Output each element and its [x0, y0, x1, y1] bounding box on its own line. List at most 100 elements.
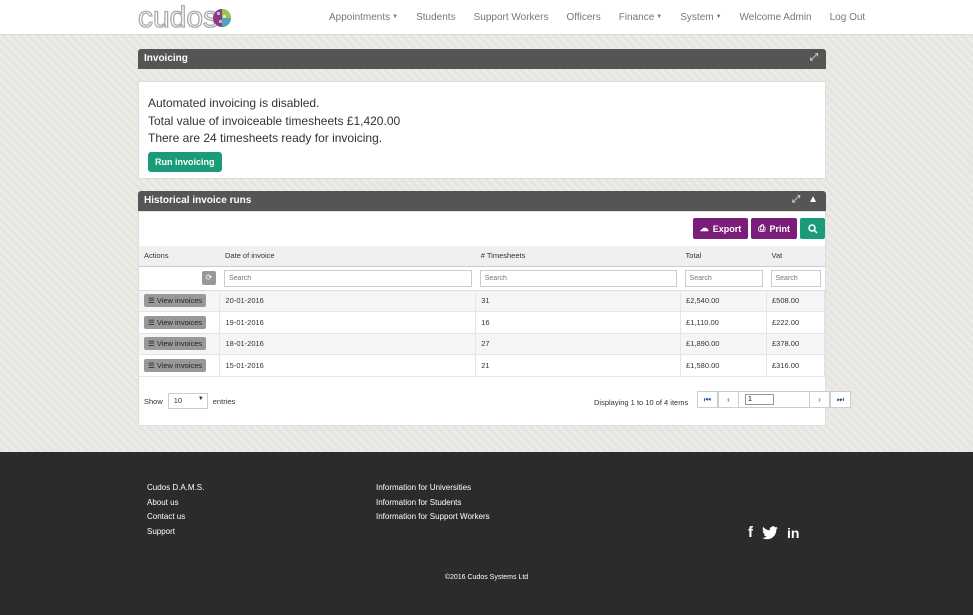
cell-vat: £378.00: [766, 333, 825, 355]
footer-link[interactable]: Information for Universities: [376, 483, 490, 492]
nav-item-label: Finance: [618, 12, 655, 23]
cell-total: £1,580.00: [680, 354, 767, 377]
timesheets-search-input[interactable]: [479, 269, 677, 287]
svg-text:cudos: cudos: [138, 2, 218, 32]
history-panel: ☁ Export ⎙ Print Actions Date of invoice #…: [138, 211, 851, 426]
table-row: ☰ View invoices 18-01-2016 27 £1,890.00 £378…: [139, 333, 825, 355]
print-button[interactable]: ⎙ Print: [751, 218, 797, 239]
cell-timesheets: 16: [475, 311, 682, 334]
history-panel-title: Historical invoice runs: [144, 195, 252, 206]
cell-timesheets: 27: [475, 333, 682, 355]
expand-icon[interactable]: ⤢: [810, 52, 818, 63]
caret-down-icon: ▼: [715, 14, 722, 21]
view-invoices-label: View invoices: [156, 317, 203, 327]
column-header[interactable]: Date of invoice: [219, 246, 476, 267]
refresh-icon[interactable]: ⟳: [201, 271, 216, 285]
collapse-icon[interactable]: ▲: [808, 194, 818, 205]
column-header[interactable]: Actions: [139, 246, 220, 267]
nav-item-support-workers[interactable]: Support Workers: [465, 12, 558, 23]
entries-select[interactable]: 10 ▼: [167, 393, 208, 409]
print-label: Print: [769, 223, 790, 234]
invoicing-total-value: Total value of invoiceable timesheets £1…: [148, 113, 401, 128]
nav-item-log-out[interactable]: Log Out: [821, 12, 875, 23]
page-number-input[interactable]: [745, 394, 774, 405]
cell-date: 18-01-2016: [219, 333, 477, 355]
displaying-info: Displaying 1 to 10 of 4 items: [594, 398, 689, 407]
cell-vat: £222.00: [766, 311, 825, 334]
cell-date: 19-01-2016: [219, 311, 477, 334]
column-header[interactable]: Vat: [766, 246, 825, 267]
view-invoices-label: View invoices: [156, 360, 203, 370]
total-search-input[interactable]: [684, 269, 763, 287]
cell-total: £2,540.00: [680, 290, 767, 312]
export-button[interactable]: ☁ Export: [692, 218, 749, 239]
first-page-icon[interactable]: ⏮: [697, 391, 718, 408]
last-page-icon[interactable]: ⏭: [830, 391, 851, 408]
cell-total: £1,110.00: [680, 311, 767, 334]
nav-item-label: Log Out: [829, 12, 866, 23]
table-header-row: Actions Date of invoice # Timesheets Total V…: [139, 246, 825, 267]
next-page-icon[interactable]: ›: [809, 391, 830, 408]
nav-item-system[interactable]: System ▼: [671, 12, 730, 23]
footer-link[interactable]: Contact us: [147, 512, 204, 521]
nav-item-students[interactable]: Students: [407, 12, 464, 23]
facebook-icon[interactable]: f: [748, 524, 753, 541]
nav-item-finance[interactable]: Finance ▼: [610, 12, 672, 23]
print-icon: ⎙: [758, 223, 766, 233]
actions-cell: ☰ View invoices: [139, 311, 221, 334]
invoicing-panel-title: Invoicing: [144, 53, 188, 64]
list-icon: ☰: [148, 296, 157, 306]
actions-cell: ☰ View invoices: [139, 354, 221, 377]
column-header[interactable]: Total: [680, 246, 767, 267]
twitter-icon[interactable]: [762, 525, 778, 540]
view-invoices-label: View invoices: [156, 296, 203, 306]
entries-value: 10: [173, 396, 183, 405]
footer-link[interactable]: Support: [147, 527, 204, 536]
nav-item-label: Welcome Admin: [739, 12, 812, 23]
nav-item-appointments[interactable]: Appointments ▼: [320, 12, 407, 23]
footer-link[interactable]: About us: [147, 498, 204, 507]
view-invoices-button[interactable]: ☰ View invoices: [144, 337, 207, 351]
cell-total: £1,890.00: [680, 333, 767, 355]
search-button[interactable]: [800, 218, 825, 239]
pagination: ⏮ ‹ › ⏭: [697, 391, 851, 408]
cell-date: 20-01-2016: [219, 290, 477, 312]
nav-item-welcome-admin[interactable]: Welcome Admin: [731, 12, 821, 23]
footer-column-company: Cudos D.A.M.S. About us Contact us Support: [147, 483, 204, 536]
footer-link[interactable]: Information for Support Workers: [376, 512, 490, 521]
view-invoices-button[interactable]: ☰ View invoices: [144, 315, 207, 329]
invoicing-panel: Automated invoicing is disabled. Total v…: [138, 81, 826, 179]
run-invoicing-button[interactable]: Run invoicing: [148, 151, 222, 172]
list-icon: ☰: [148, 360, 157, 370]
footer-link[interactable]: Information for Students: [376, 498, 490, 507]
invoicing-ready-count: There are 24 timesheets ready for invoic…: [148, 131, 383, 145]
export-label: Export: [712, 223, 742, 234]
footer-link[interactable]: Cudos D.A.M.S.: [147, 483, 204, 492]
cloud-download-icon: ☁: [699, 223, 709, 233]
footer: Cudos D.A.M.S. About us Contact us Support …: [0, 452, 973, 615]
date-search-input[interactable]: [223, 269, 472, 287]
search-icon: [807, 223, 818, 234]
linkedin-icon[interactable]: in: [787, 525, 799, 541]
vat-search-input[interactable]: [770, 269, 821, 287]
cell-vat: £316.00: [766, 354, 825, 377]
main-nav: Appointments ▼ Students Support Workers Offi…: [320, 0, 874, 35]
expand-icon[interactable]: ⤢: [792, 194, 800, 205]
invoicing-panel-header: Invoicing ⤢: [138, 49, 826, 69]
prev-page-icon[interactable]: ‹: [718, 391, 739, 408]
nav-item-officers[interactable]: Officers: [557, 12, 609, 23]
entries-label: entries: [212, 396, 236, 406]
cell-timesheets: 21: [475, 354, 682, 377]
nav-item-label: System: [680, 12, 714, 23]
column-header[interactable]: # Timesheets: [475, 246, 681, 267]
view-invoices-button[interactable]: ☰ View invoices: [144, 294, 207, 308]
list-icon: ☰: [148, 339, 157, 349]
caret-down-icon: ▼: [197, 396, 204, 402]
nav-item-label: Support Workers: [473, 12, 549, 23]
social-links: f in: [748, 524, 799, 541]
history-table: Actions Date of invoice # Timesheets Total V…: [139, 246, 825, 377]
cell-date: 15-01-2016: [219, 354, 477, 377]
cudos-logo[interactable]: cudos: [137, 0, 262, 35]
caret-down-icon: ▼: [392, 14, 399, 21]
view-invoices-button[interactable]: ☰ View invoices: [144, 358, 207, 372]
